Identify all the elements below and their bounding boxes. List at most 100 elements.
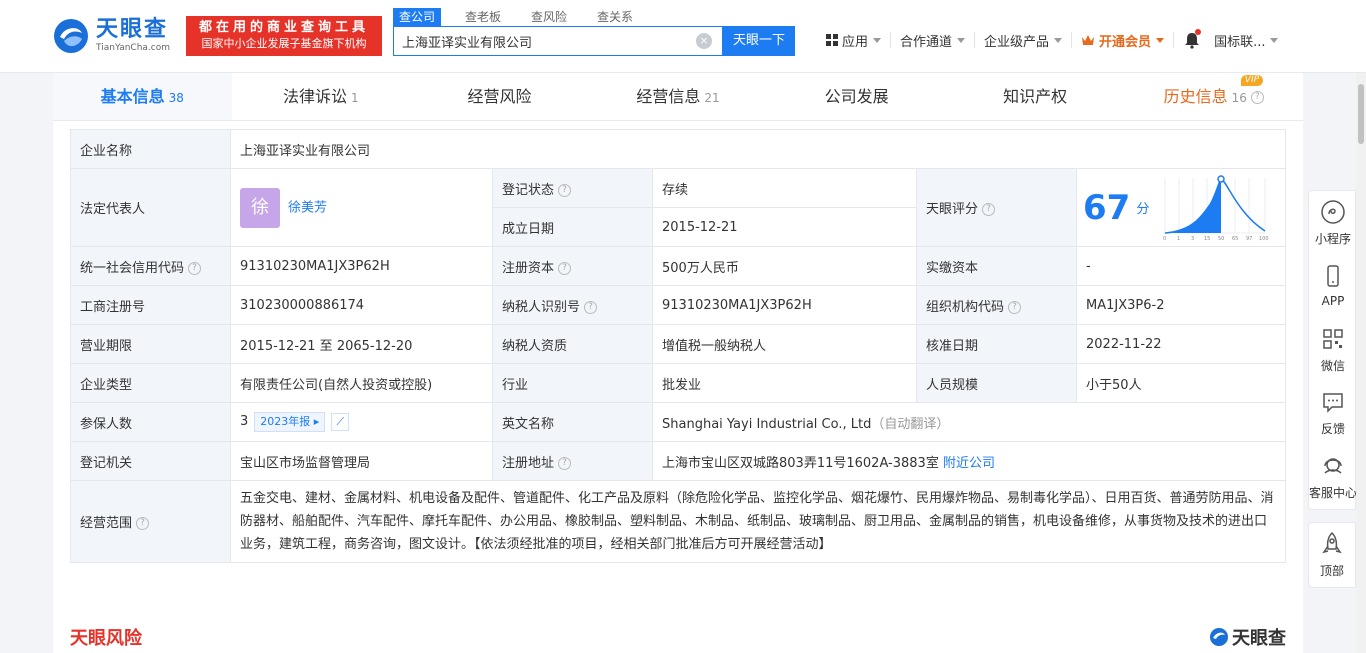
search-tab-relation[interactable]: 查关系 xyxy=(591,8,639,26)
score-tick: 3 xyxy=(1191,236,1194,242)
slogan-banner: 都在用的商业查询工具 国家中小企业发展子基金旗下机构 xyxy=(186,16,382,56)
tab-label: 法律诉讼 xyxy=(283,87,348,106)
found-date-label: 成立日期 xyxy=(492,207,653,247)
risk-logo-text: 天眼查 xyxy=(1232,628,1286,649)
score-tick: 15 xyxy=(1204,236,1210,242)
sidebar-label: 反馈 xyxy=(1320,422,1345,436)
qrcode-icon xyxy=(1323,329,1343,349)
table-row: 企业类型 有限责任公司(自然人投资或控股) 行业 批发业 人员规模 小于50人 xyxy=(70,363,1287,403)
nav-channel[interactable]: 合作通道 xyxy=(890,32,974,50)
help-icon[interactable]: ? xyxy=(136,517,150,530)
tab-label: 经营风险 xyxy=(467,87,532,106)
help-icon[interactable]: ? xyxy=(188,261,202,275)
tab-count: 38 xyxy=(168,91,184,105)
score-cell[interactable]: 67 分 0 1 3 15 50 65 97 100 xyxy=(1075,168,1287,247)
annual-report-badge[interactable]: 2023年报 ▸ xyxy=(254,412,326,432)
insured-value: 3 xyxy=(240,414,249,429)
scope-value: 五金交电、建材、金属材料、机电设备及配件、管道配件、化工产品及原料（除危险化学品… xyxy=(229,480,1287,563)
search-button[interactable]: 天眼一下 xyxy=(723,26,795,56)
legal-rep-link[interactable]: 徐美芳 xyxy=(288,200,327,215)
search-input[interactable] xyxy=(394,27,694,55)
nav-intl[interactable]: 国标联... xyxy=(1214,32,1287,50)
sidebar-item-app[interactable]: APP xyxy=(1309,263,1357,308)
score-unit: 分 xyxy=(1136,202,1150,217)
tab-label: 知识产权 xyxy=(1003,87,1068,106)
headset-icon xyxy=(1324,458,1342,474)
sidebar-item-miniprogram[interactable]: 小程序 xyxy=(1309,199,1357,247)
reg-capital-label-text: 注册资本 xyxy=(502,260,555,276)
reg-no-value: 310230000886174 xyxy=(230,285,493,325)
search-tab-boss[interactable]: 查老板 xyxy=(459,8,507,26)
type-label: 企业类型 xyxy=(70,363,231,403)
en-name-value: Shanghai Yayi Industrial Co., Ltd xyxy=(662,416,872,432)
main-panel: 企业名称 上海亚译实业有限公司 法定代表人 徐徐美芳 登记状态? 存续 天眼评分… xyxy=(53,121,1303,653)
logo-sub: TianYanCha.com xyxy=(96,43,171,53)
tab-history[interactable]: VIP 历史信息 16? xyxy=(1124,73,1303,120)
reg-status-label: 登记状态? xyxy=(492,168,653,208)
address-label-text: 注册地址 xyxy=(502,455,555,471)
help-icon[interactable]: ? xyxy=(584,300,598,314)
nav-notifications[interactable] xyxy=(1173,29,1214,49)
tab-lawsuit[interactable]: 法律诉讼 1 xyxy=(232,73,411,120)
nav-channel-label: 合作通道 xyxy=(900,34,953,50)
nearby-companies-link[interactable]: 附近公司 xyxy=(943,456,995,471)
legal-rep-cell: 徐徐美芳 xyxy=(230,168,493,247)
nav-vip[interactable]: 开通会员 xyxy=(1071,32,1173,50)
scrollbar-track[interactable] xyxy=(1356,73,1366,653)
tab-business-risk[interactable]: 经营风险 xyxy=(410,73,589,120)
nav-intl-label: 国标联... xyxy=(1214,34,1266,50)
back-to-top-button[interactable]: 顶部 xyxy=(1308,522,1356,588)
nav-enterprise[interactable]: 企业级产品 xyxy=(974,32,1071,50)
help-icon[interactable]: ? xyxy=(558,183,572,197)
help-icon[interactable]: ? xyxy=(558,456,572,470)
miniprogram-icon xyxy=(1321,200,1345,224)
top-label: 顶部 xyxy=(1319,564,1344,578)
apps-grid-icon xyxy=(826,34,838,46)
found-date-value: 2015-12-21 xyxy=(652,207,917,247)
staff-label: 人员规模 xyxy=(916,363,1077,403)
search-tab-risk[interactable]: 查风险 xyxy=(525,8,573,26)
tab-development[interactable]: 公司发展 xyxy=(767,73,946,120)
nav-apps[interactable]: 应用 xyxy=(826,32,890,50)
help-icon[interactable]: ? xyxy=(1250,91,1264,104)
top-header: 天眼查 TianYanCha.com 都在用的商业查询工具 国家中小企业发展子基… xyxy=(0,0,1366,73)
trend-chart-icon[interactable]: ⟋ xyxy=(331,412,350,431)
chevron-down-icon xyxy=(1270,37,1279,43)
reg-capital-value: 500万人民币 xyxy=(652,246,917,286)
site-logo[interactable]: 天眼查 TianYanCha.com xyxy=(52,16,180,56)
tab-ip[interactable]: 知识产权 xyxy=(946,73,1125,120)
sidebar-item-wechat[interactable]: 微信 xyxy=(1309,326,1357,374)
search-tab-company[interactable]: 查公司 xyxy=(393,8,442,26)
tab-label: 经营信息 xyxy=(636,87,701,106)
sidebar-item-feedback[interactable]: 反馈 xyxy=(1309,389,1357,437)
clear-icon[interactable]: × xyxy=(696,33,712,49)
scope-label-text: 经营范围 xyxy=(80,516,133,531)
sidebar-item-service[interactable]: 客服中心 xyxy=(1309,453,1357,501)
table-row: 工商注册号 310230000886174 纳税人识别号? 91310230MA… xyxy=(70,285,1287,325)
en-name-cell: Shanghai Yayi Industrial Co., Ltd（自动翻译） xyxy=(651,402,1287,442)
approve-date-label: 核准日期 xyxy=(916,324,1077,364)
sidebar-label: 小程序 xyxy=(1314,232,1351,246)
tab-basic-info[interactable]: 基本信息 38 xyxy=(53,73,232,120)
chevron-down-icon xyxy=(957,37,966,43)
taxpayer-id-label-text: 纳税人识别号 xyxy=(502,299,581,315)
basic-info-table: 企业名称 上海亚译实业有限公司 法定代表人 徐徐美芳 登记状态? 存续 天眼评分… xyxy=(70,129,1287,563)
help-icon[interactable]: ? xyxy=(982,203,996,216)
tab-label: 基本信息 xyxy=(100,87,165,106)
company-name-label: 企业名称 xyxy=(70,129,231,169)
en-name-label: 英文名称 xyxy=(492,402,653,442)
scrollbar-thumb[interactable] xyxy=(1358,84,1364,144)
reg-status-value: 存续 xyxy=(652,168,917,208)
avatar[interactable]: 徐 xyxy=(240,187,280,228)
float-sidebar: 小程序 APP 微信 反馈 客服中心 xyxy=(1308,190,1357,510)
taxpayer-id-label: 纳税人识别号? xyxy=(492,285,653,325)
table-row: 法定代表人 徐徐美芳 登记状态? 存续 天眼评分? 67 分 0 1 3 15 … xyxy=(70,168,1287,247)
help-icon[interactable]: ? xyxy=(558,261,572,275)
help-icon[interactable]: ? xyxy=(1008,300,1022,314)
risk-section-title: 天眼风险 xyxy=(70,628,142,649)
authority-value: 宝山区市场监督管理局 xyxy=(230,441,493,481)
tianyancha-logo-icon xyxy=(54,19,88,53)
score-tick: 50 xyxy=(1218,236,1224,242)
scope-label: 经营范围? xyxy=(70,480,231,563)
tab-business-info[interactable]: 经营信息 21 xyxy=(589,73,768,120)
